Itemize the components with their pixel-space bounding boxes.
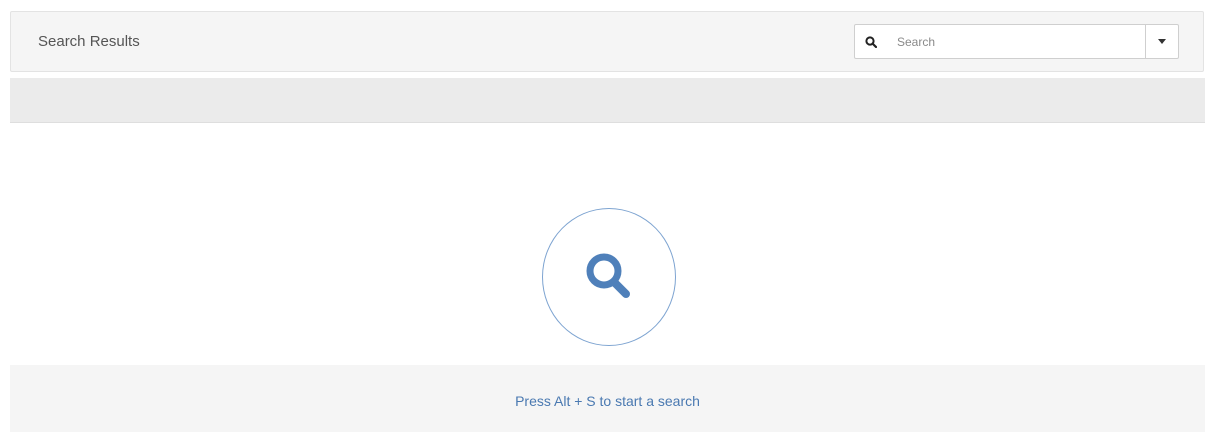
results-header: Search Results (10, 11, 1204, 72)
top-strip (10, 0, 1205, 10)
search-input[interactable] (887, 25, 1145, 58)
search-hint-text: Press Alt + S to start a search (515, 392, 700, 409)
search-dropdown-toggle[interactable] (1145, 25, 1178, 58)
search-icon (586, 253, 630, 298)
empty-state-circle (542, 208, 676, 346)
search-icon (855, 25, 887, 58)
search-box (854, 24, 1179, 59)
results-toolbar (10, 78, 1205, 123)
caret-down-icon (1158, 39, 1166, 44)
search-results-page: Search Results Press Alt + S to start a … (0, 0, 1205, 432)
page-title: Search Results (38, 33, 140, 50)
hint-bar: Press Alt + S to start a search (10, 365, 1205, 432)
